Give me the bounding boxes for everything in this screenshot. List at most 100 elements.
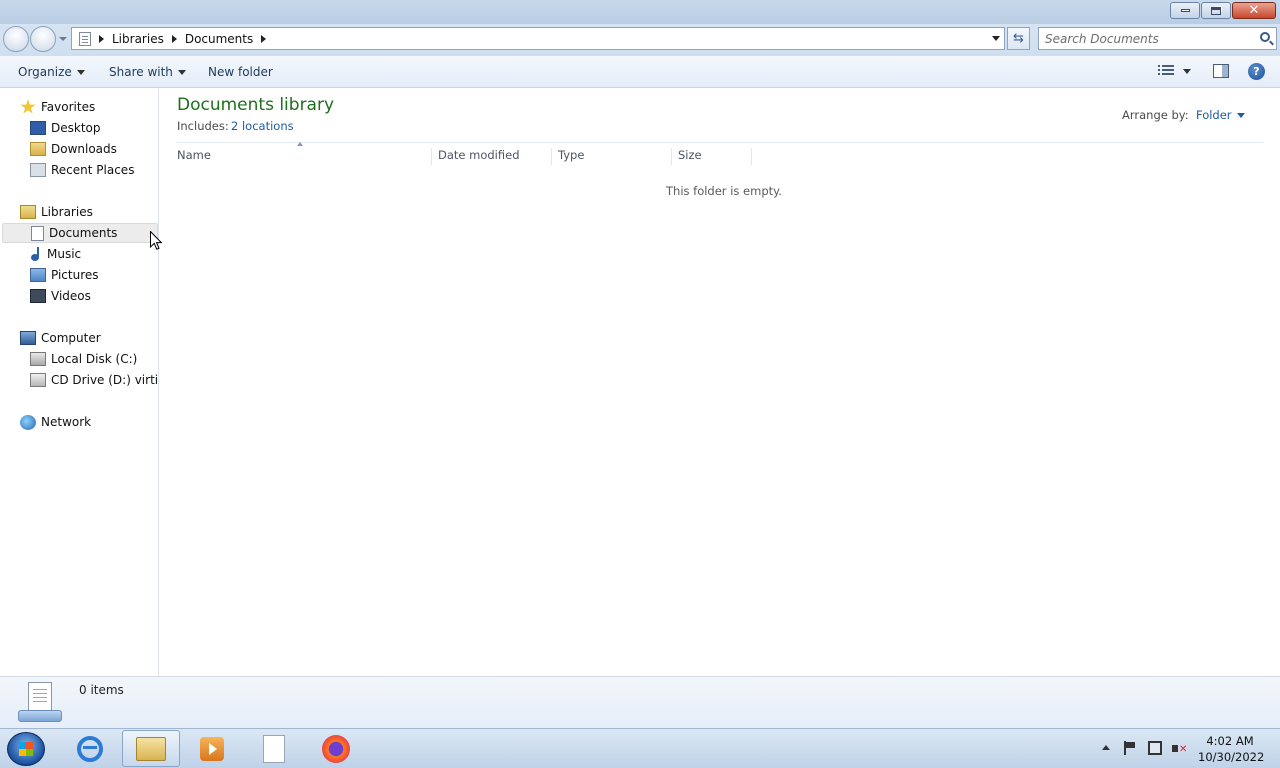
documents-library-icon <box>18 682 62 724</box>
hard-disk-icon <box>30 352 46 366</box>
column-label: Name <box>177 148 211 162</box>
header-divider <box>177 142 1263 143</box>
media-player-icon <box>200 736 224 761</box>
minimize-button[interactable] <box>1170 2 1200 19</box>
change-view-icon[interactable] <box>1158 65 1174 77</box>
address-history-dropdown[interactable] <box>992 36 1000 41</box>
nav-label: CD Drive (D:) virtio-w <box>51 373 158 387</box>
action-center-flag-icon[interactable] <box>1124 741 1136 755</box>
nav-item-local-disk[interactable]: Local Disk (C:) <box>30 349 137 369</box>
column-label: Type <box>558 148 585 162</box>
search-box[interactable] <box>1038 27 1277 50</box>
show-hidden-icons-button[interactable] <box>1102 745 1110 750</box>
volume-muted-icon[interactable] <box>1172 742 1187 756</box>
recent-places-icon <box>30 163 46 177</box>
item-count: 0 items <box>79 683 124 697</box>
command-bar <box>0 56 1280 88</box>
nav-label: Downloads <box>51 142 117 156</box>
back-button[interactable] <box>3 26 29 52</box>
nav-item-recent-places[interactable]: Recent Places <box>30 160 134 180</box>
pictures-icon <box>30 268 46 282</box>
nav-item-music[interactable]: Music <box>30 244 81 264</box>
clock-time: 4:02 AM <box>1206 734 1254 748</box>
window-controls: ✕ <box>1170 2 1276 19</box>
network-status-icon[interactable] <box>1148 741 1162 755</box>
column-header-name[interactable]: Name <box>171 148 432 165</box>
nav-label: Recent Places <box>51 163 135 177</box>
desktop-icon <box>30 121 46 135</box>
share-with-button[interactable]: Share with <box>109 65 186 79</box>
nav-label: Pictures <box>51 268 99 282</box>
recent-pages-dropdown[interactable] <box>59 37 67 41</box>
breadcrumb-documents[interactable]: Documents <box>185 32 253 46</box>
breadcrumb-separator[interactable] <box>171 34 177 43</box>
taskbar-internet-explorer[interactable] <box>61 730 119 767</box>
nav-libraries[interactable]: Libraries <box>20 202 93 222</box>
cd-drive-icon <box>30 373 46 387</box>
network-icon <box>20 414 36 430</box>
empty-folder-message: This folder is empty. <box>666 184 782 198</box>
nav-computer[interactable]: Computer <box>20 328 101 348</box>
preview-pane-icon[interactable] <box>1213 64 1229 78</box>
search-input[interactable] <box>1039 28 1239 49</box>
internet-explorer-icon <box>77 735 103 762</box>
chevron-down-icon <box>1236 112 1245 118</box>
taskbar-media-player[interactable] <box>183 730 241 767</box>
nav-item-videos[interactable]: Videos <box>30 286 91 306</box>
breadcrumb-separator[interactable] <box>99 34 104 43</box>
nav-label: Network <box>41 415 92 429</box>
column-header-size[interactable]: Size <box>672 148 752 165</box>
refresh-button[interactable]: ⇆ <box>1007 27 1030 50</box>
mouse-cursor-icon <box>150 231 162 250</box>
nav-item-pictures[interactable]: Pictures <box>30 265 99 285</box>
forward-button[interactable] <box>30 26 56 52</box>
firefox-icon <box>322 734 350 763</box>
nav-label: Favorites <box>41 100 96 114</box>
arrange-by-dropdown[interactable]: Folder <box>1196 108 1245 122</box>
breadcrumb-separator[interactable] <box>261 34 267 43</box>
address-bar[interactable]: Libraries Documents <box>71 27 1005 50</box>
close-button[interactable]: ✕ <box>1232 2 1276 19</box>
breadcrumb-libraries[interactable]: Libraries <box>112 32 164 46</box>
star-icon <box>20 99 36 114</box>
details-pane <box>0 676 1280 728</box>
organize-button[interactable]: Organize <box>18 65 85 79</box>
taskbar-windows-explorer[interactable] <box>122 730 180 767</box>
nav-favorites[interactable]: Favorites <box>20 97 95 117</box>
nav-item-downloads[interactable]: Downloads <box>30 139 117 159</box>
nav-label: Desktop <box>51 121 101 135</box>
new-folder-button[interactable]: New folder <box>208 65 273 79</box>
locations-link[interactable]: 2 locations <box>231 119 294 133</box>
system-clock[interactable]: 4:02 AM 10/30/2022 <box>1198 733 1264 765</box>
new-folder-label: New folder <box>208 65 273 79</box>
column-header-type[interactable]: Type <box>552 148 672 165</box>
column-header-date-modified[interactable]: Date modified <box>432 148 552 165</box>
arrange-by-value: Folder <box>1196 108 1232 122</box>
notepad-icon <box>263 734 285 763</box>
arrange-by-label: Arrange by: <box>1122 108 1189 122</box>
help-icon[interactable]: ? <box>1248 63 1265 80</box>
document-icon <box>31 225 44 241</box>
nav-label: Music <box>47 247 82 261</box>
start-button[interactable] <box>7 732 45 766</box>
view-options-dropdown[interactable] <box>1183 69 1191 74</box>
nav-label: Documents <box>49 226 118 240</box>
nav-item-documents[interactable]: Documents <box>2 223 158 243</box>
music-note-icon <box>30 247 42 261</box>
close-icon: ✕ <box>1248 3 1260 18</box>
minimize-icon <box>1180 9 1190 12</box>
includes-label: Includes: <box>177 119 229 133</box>
nav-item-desktop[interactable]: Desktop <box>30 118 101 138</box>
library-title: Documents library <box>177 95 335 115</box>
chevron-down-icon <box>177 69 186 75</box>
chevron-down-icon <box>76 69 85 75</box>
organize-label: Organize <box>18 65 72 79</box>
computer-icon <box>20 331 36 345</box>
search-icon[interactable] <box>1260 32 1270 42</box>
nav-item-cd-drive[interactable]: CD Drive (D:) virtio-w <box>30 370 158 390</box>
taskbar-firefox[interactable] <box>307 730 365 767</box>
library-location-icon <box>79 31 91 46</box>
restore-button[interactable] <box>1201 2 1231 19</box>
taskbar-notepad[interactable] <box>245 730 303 767</box>
nav-network[interactable]: Network <box>20 412 91 432</box>
